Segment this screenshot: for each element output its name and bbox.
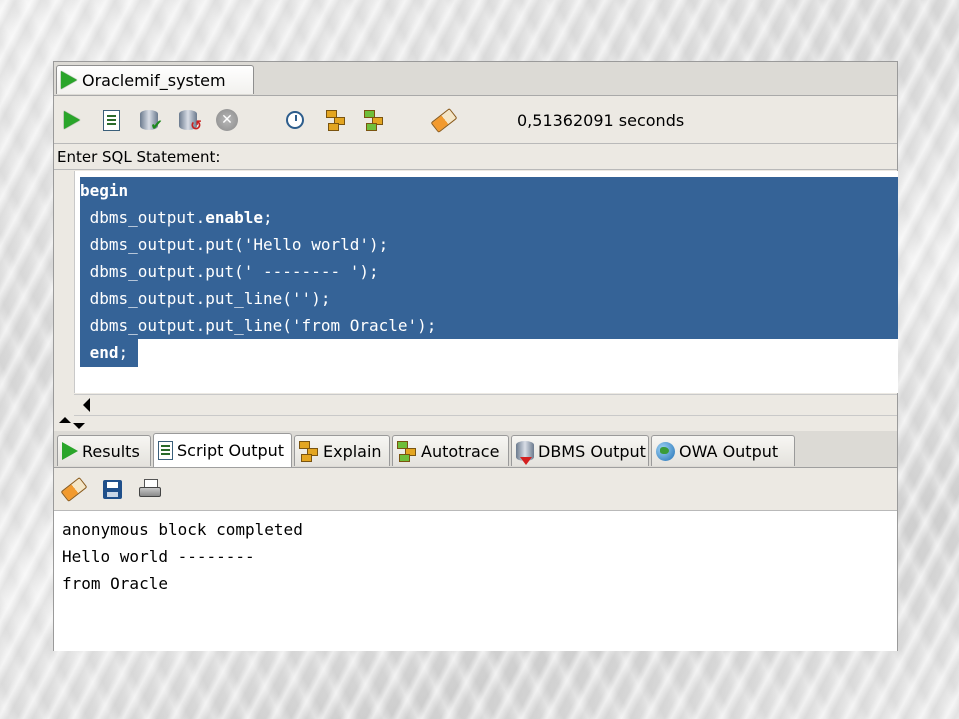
elapsed-time: 0,51362091 seconds: [517, 111, 685, 130]
collapse-up-icon[interactable]: [59, 417, 71, 423]
dbms-output-icon: [516, 441, 534, 465]
session-tab[interactable]: Oraclemif_system: [56, 65, 254, 94]
tab-label: DBMS Output: [538, 441, 646, 461]
output-tab-bar: Results Script Output Explain Autotrace …: [54, 431, 897, 468]
print-icon[interactable]: [138, 477, 162, 501]
tab-label: OWA Output: [679, 441, 779, 461]
tab-label: Autotrace: [421, 441, 500, 461]
sql-worksheet-window: Oraclemif_system ✔ ↺ ✕ 0,51362091 second…: [53, 61, 898, 651]
rollback-icon[interactable]: ↺: [176, 108, 202, 133]
tab-results[interactable]: Results: [57, 435, 151, 466]
cancel-icon[interactable]: ✕: [215, 108, 239, 132]
tab-label: Script Output: [177, 441, 285, 460]
autotrace-icon[interactable]: [362, 108, 386, 132]
run-statement-icon[interactable]: [60, 108, 84, 132]
tab-label: Explain: [323, 441, 382, 461]
autotrace-icon: [397, 441, 417, 462]
tab-script-output[interactable]: Script Output: [153, 433, 292, 467]
pane-splitter[interactable]: [54, 417, 897, 429]
explain-icon: [299, 441, 319, 462]
editor-horizontal-scrollbar[interactable]: [74, 394, 897, 416]
clear-output-icon[interactable]: [60, 476, 88, 502]
output-line: from Oracle: [62, 574, 168, 593]
sql-editor[interactable]: begin dbms_output.enable; dbms_output.pu…: [74, 171, 898, 393]
output-line: anonymous block completed: [62, 520, 303, 539]
save-icon[interactable]: [100, 477, 124, 501]
code-line: dbms_output.put(' -------- ');: [80, 262, 379, 281]
code-line: dbms_output.put_line('from Oracle');: [80, 316, 437, 335]
session-tab-bar: Oraclemif_system: [54, 62, 897, 96]
run-script-icon[interactable]: [99, 108, 123, 132]
code-line: end;: [80, 343, 129, 362]
commit-icon[interactable]: ✔: [137, 108, 163, 133]
sql-editor-label: Enter SQL Statement:: [54, 144, 897, 170]
output-toolbar: [54, 468, 897, 511]
code-line: begin: [80, 181, 129, 200]
globe-icon: [656, 441, 675, 461]
collapse-down-icon[interactable]: [73, 423, 85, 429]
output-line: Hello world --------: [62, 547, 255, 566]
tab-label: Results: [82, 441, 140, 461]
tab-explain[interactable]: Explain: [294, 435, 390, 466]
code-line: dbms_output.put('Hello world');: [80, 235, 389, 254]
clear-icon[interactable]: [430, 107, 458, 133]
code-line: dbms_output.put_line('');: [80, 289, 331, 308]
explain-plan-icon[interactable]: [324, 108, 348, 132]
tab-dbms-output[interactable]: DBMS Output: [511, 435, 649, 466]
tab-autotrace[interactable]: Autotrace: [392, 435, 509, 466]
sql-history-icon[interactable]: [283, 108, 307, 132]
worksheet-toolbar: ✔ ↺ ✕ 0,51362091 seconds: [54, 96, 897, 144]
script-output-area[interactable]: anonymous block completed Hello world --…: [54, 511, 897, 651]
session-tab-label: Oraclemif_system: [82, 70, 226, 90]
code-line: dbms_output.enable;: [80, 208, 273, 227]
scroll-left-arrow-icon[interactable]: [83, 398, 90, 412]
script-icon: [158, 441, 173, 460]
run-icon: [62, 442, 78, 460]
connection-icon: [61, 71, 77, 89]
tab-owa-output[interactable]: OWA Output: [651, 435, 795, 466]
